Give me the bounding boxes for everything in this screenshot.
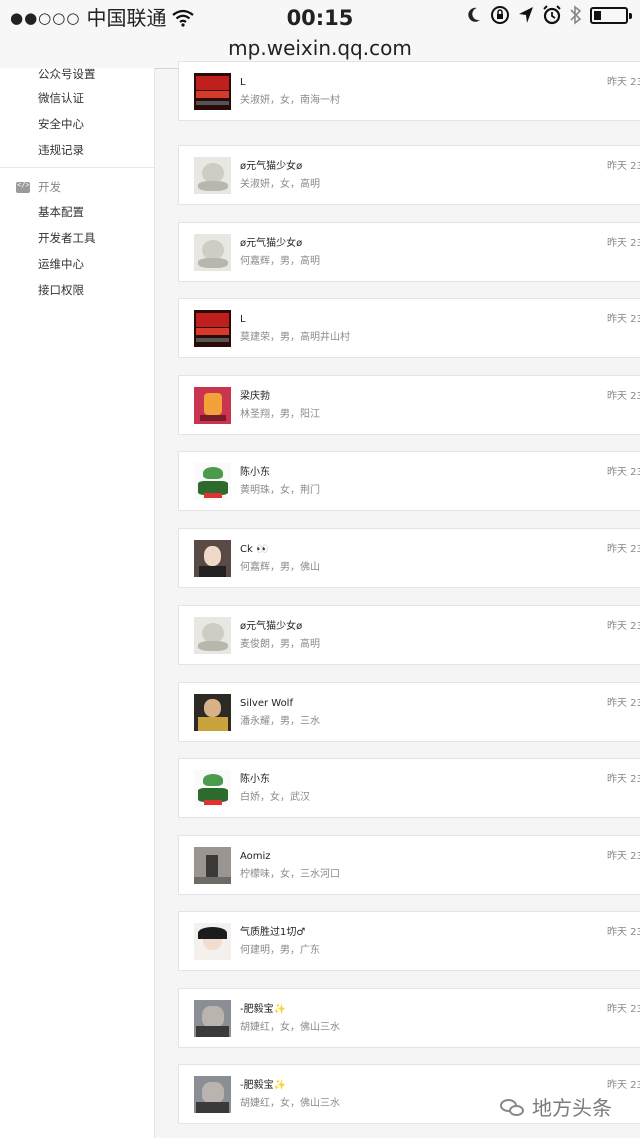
user-card[interactable]: L 莫建荣，男，高明井山村 昨天 23 [178, 298, 640, 358]
sidebar-item-wechat-verification[interactable]: 微信认证 [38, 91, 84, 105]
user-meta: 林圣翔，男，阳江 [240, 409, 320, 420]
sidebar-section-dev: 开发 [16, 179, 61, 195]
user-card[interactable]: -肥毅宝✨ 胡婕红，女，佛山三水 昨天 23 [178, 988, 640, 1048]
user-card[interactable]: Ck 👀 何嘉辉，男，佛山 昨天 23 [178, 528, 640, 588]
follow-time: 昨天 23 [607, 161, 640, 172]
user-card[interactable]: L 关淑妍，女，南海一村 昨天 23 [178, 61, 640, 121]
sidebar-item-account-settings[interactable]: 公众号设置 [38, 67, 96, 81]
user-nickname[interactable]: 梁庆勃 [240, 391, 270, 403]
follow-time: 昨天 23 [607, 544, 640, 555]
user-nickname[interactable]: -肥毅宝✨ [240, 1080, 286, 1092]
avatar[interactable] [194, 540, 231, 577]
user-card[interactable]: Aomiz 柠檬味，女，三水河口 昨天 23 [178, 835, 640, 895]
user-meta: 黄明珠，女，荆门 [240, 485, 320, 496]
user-card[interactable]: 气质胜过1切♂ 何建明，男，广东 昨天 23 [178, 911, 640, 971]
rotation-lock-icon [491, 6, 509, 24]
user-meta: 白娇，女，武汉 [240, 792, 310, 803]
sidebar-item-api-permissions[interactable]: 接口权限 [38, 283, 84, 297]
user-card[interactable]: Silver Wolf 潘永耀，男，三水 昨天 23 [178, 682, 640, 742]
follow-time: 昨天 23 [607, 391, 640, 402]
follow-time: 昨天 23 [607, 1080, 640, 1091]
user-nickname[interactable]: Silver Wolf [240, 698, 293, 710]
user-card[interactable]: 陈小东白娇，女，武汉 昨天 23 [178, 758, 640, 818]
user-nickname[interactable]: ø元气猫少女ø [240, 238, 302, 250]
avatar[interactable] [194, 694, 231, 731]
user-nickname[interactable]: ø元气猫少女ø [240, 621, 302, 633]
user-meta: 关淑妍，女，南海一村 [240, 95, 340, 106]
avatar[interactable] [194, 73, 231, 110]
follow-time: 昨天 23 [607, 314, 640, 325]
location-arrow-icon [519, 7, 533, 23]
follow-time: 昨天 23 [607, 1004, 640, 1015]
user-nickname[interactable]: Aomiz [240, 851, 271, 863]
avatar[interactable] [194, 770, 231, 807]
sidebar-item-developer-tools[interactable]: 开发者工具 [38, 231, 96, 245]
sidebar-item-security-center[interactable]: 安全中心 [38, 117, 84, 131]
follow-time: 昨天 23 [607, 774, 640, 785]
avatar[interactable] [194, 157, 231, 194]
watermark: 地方头条 [500, 1092, 612, 1121]
user-meta: 关淑妍，女，高明 [240, 179, 320, 190]
avatar[interactable] [194, 463, 231, 500]
user-meta: 胡婕红，女，佛山三水 [240, 1022, 340, 1033]
sidebar-item-basic-config[interactable]: 基本配置 [38, 205, 84, 219]
user-meta: 何嘉辉，男，佛山 [240, 562, 320, 573]
user-meta: 麦俊朗，男，高明 [240, 639, 320, 650]
follow-time: 昨天 23 [607, 851, 640, 862]
avatar[interactable] [194, 387, 231, 424]
user-nickname[interactable]: 气质胜过1切♂ [240, 927, 305, 939]
follow-time: 昨天 23 [607, 467, 640, 478]
user-nickname[interactable]: 陈小东 [240, 774, 270, 786]
wechat-icon [500, 1097, 526, 1117]
user-nickname[interactable]: L [240, 77, 246, 89]
sidebar-item-violation-records[interactable]: 违规记录 [38, 143, 84, 157]
user-card[interactable]: ø元气猫少女ø 何嘉辉，男，高明 昨天 23 [178, 222, 640, 282]
avatar[interactable] [194, 1076, 231, 1113]
user-nickname[interactable]: L [240, 314, 246, 326]
code-icon [16, 181, 30, 193]
user-nickname[interactable]: ø元气猫少女ø [240, 161, 302, 173]
sidebar: 公众号设置 微信认证 安全中心 违规记录 开发 基本配置 开发者工具 运维中心 … [0, 67, 155, 1138]
status-bar: ●●○○○ 中国联通 00:15 mp.weixin.qq.com [0, 0, 640, 69]
alarm-icon [543, 5, 561, 25]
sidebar-section-label: 开发 [38, 180, 61, 194]
user-meta: 柠檬味，女，三水河口 [240, 869, 340, 880]
battery-icon [590, 6, 632, 24]
status-icons [466, 5, 632, 25]
address-bar-url[interactable]: mp.weixin.qq.com [0, 36, 640, 60]
user-nickname[interactable]: 陈小东 [240, 467, 270, 479]
user-nickname[interactable]: Ck 👀 [240, 544, 268, 556]
avatar[interactable] [194, 234, 231, 271]
avatar[interactable] [194, 847, 231, 884]
user-card[interactable]: 梁庆勃林圣翔，男，阳江 昨天 23 [178, 375, 640, 435]
sidebar-item-ops-center[interactable]: 运维中心 [38, 257, 84, 271]
user-meta: 胡婕红，女，佛山三水 [240, 1098, 340, 1109]
avatar[interactable] [194, 923, 231, 960]
follow-time: 昨天 23 [607, 238, 640, 249]
user-card[interactable]: ø元气猫少女ø 关淑妍，女，高明 昨天 23 [178, 145, 640, 205]
user-meta: 何建明，男，广东 [240, 945, 320, 956]
follow-time: 昨天 23 [607, 698, 640, 709]
user-meta: 莫建荣，男，高明井山村 [240, 332, 350, 343]
user-card[interactable]: ø元气猫少女ø 麦俊朗，男，高明 昨天 23 [178, 605, 640, 665]
user-card[interactable]: 陈小东黄明珠，女，荆门 昨天 23 [178, 451, 640, 511]
follow-time: 昨天 23 [607, 77, 640, 88]
user-meta: 潘永耀，男，三水 [240, 716, 320, 727]
watermark-text: 地方头条 [532, 1096, 612, 1120]
user-meta: 何嘉辉，男，高明 [240, 256, 320, 267]
user-nickname[interactable]: -肥毅宝✨ [240, 1004, 286, 1016]
sidebar-divider [0, 167, 154, 168]
avatar[interactable] [194, 617, 231, 654]
follow-time: 昨天 23 [607, 927, 640, 938]
avatar[interactable] [194, 1000, 231, 1037]
bluetooth-icon [570, 5, 582, 25]
avatar[interactable] [194, 310, 231, 347]
moon-icon [468, 7, 480, 22]
follow-time: 昨天 23 [607, 621, 640, 632]
